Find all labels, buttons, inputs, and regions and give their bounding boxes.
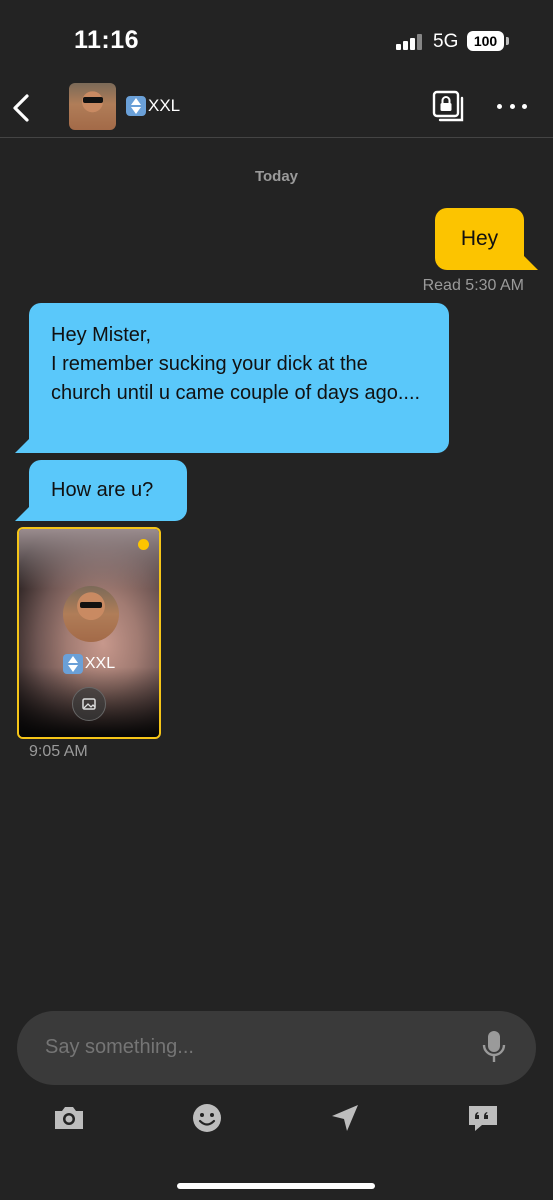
incoming-message[interactable]: Hey Mister, I remember sucking your dick… (15, 303, 449, 453)
microphone-icon[interactable] (481, 1029, 507, 1065)
chat-toolbar (0, 1100, 553, 1140)
more-icon[interactable] (497, 104, 527, 110)
home-indicator (177, 1183, 375, 1189)
card-profile-name: XXL (19, 654, 159, 674)
day-separator: Today (254, 168, 299, 185)
updown-icon (62, 654, 83, 674)
saved-phrases-icon[interactable] (465, 1100, 501, 1136)
message-text: How are u? (51, 479, 154, 501)
status-bar: 11:16 5G 100 (0, 0, 553, 80)
network-type: 5G (433, 31, 459, 52)
signal-icon (396, 34, 424, 50)
locked-album-icon[interactable] (432, 90, 466, 124)
updown-icon (126, 96, 146, 116)
emoji-icon[interactable] (189, 1100, 225, 1136)
message-input[interactable] (45, 1036, 445, 1059)
location-icon[interactable] (327, 1100, 363, 1136)
camera-icon[interactable] (51, 1100, 87, 1136)
avatar (63, 586, 119, 642)
message-composer (17, 1011, 536, 1085)
chevron-left-icon[interactable] (8, 88, 36, 128)
chat-header: XXL (0, 80, 553, 138)
status-time: 11:16 (74, 26, 140, 54)
read-receipt: Read 5:30 AM (422, 277, 524, 294)
message-text: Hey Mister, I remember sucking your dick… (51, 324, 421, 404)
photo-message-card[interactable]: XXL (17, 527, 161, 739)
image-icon[interactable] (72, 687, 106, 721)
message-text: Hey (460, 227, 499, 250)
battery-icon: 100 (467, 31, 504, 51)
profile-name-text: XXL (148, 96, 181, 115)
outgoing-message[interactable]: Hey (435, 208, 538, 270)
battery-tip (506, 37, 509, 45)
avatar[interactable] (69, 83, 116, 130)
unread-dot (138, 539, 149, 550)
profile-name[interactable]: XXL (126, 96, 180, 116)
incoming-message[interactable]: How are u? (15, 460, 187, 521)
message-time: 9:05 AM (29, 743, 88, 760)
